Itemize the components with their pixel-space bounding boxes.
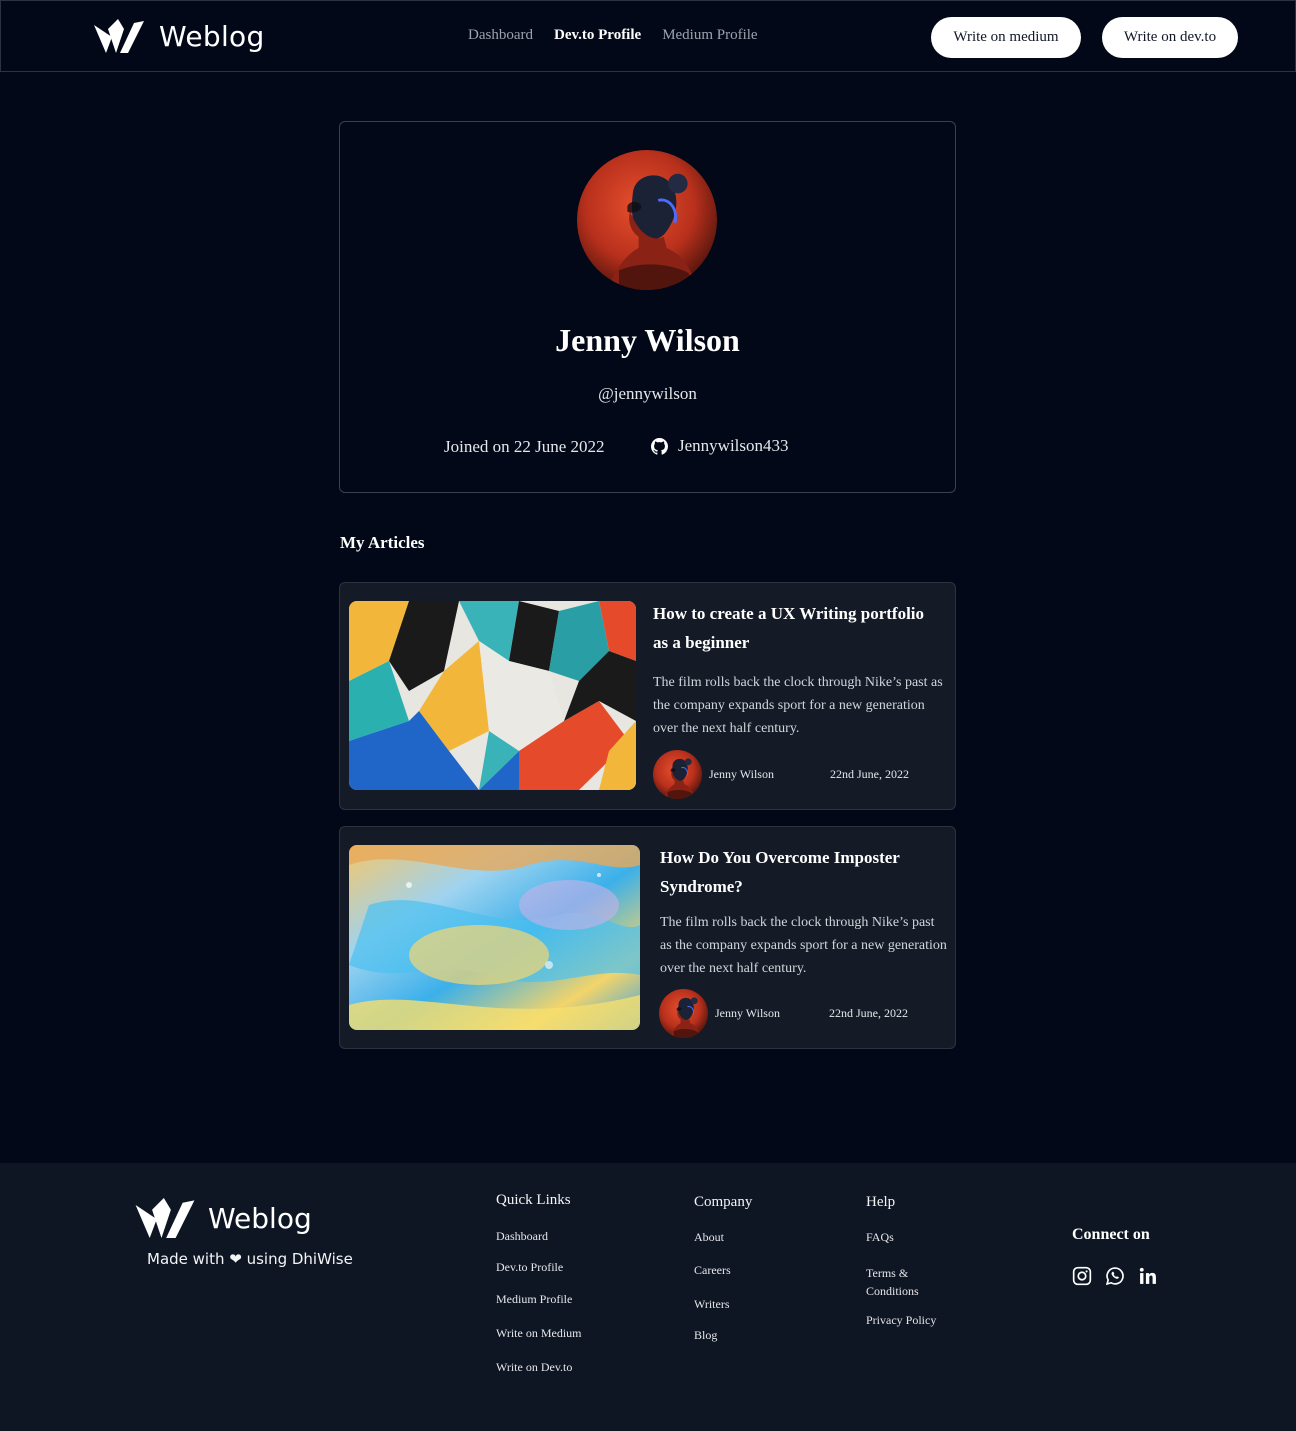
nav-item-dashboard[interactable]: Dashboard (468, 27, 533, 44)
quick-links-heading: Quick Links (496, 1192, 571, 1208)
instagram-icon[interactable] (1072, 1266, 1092, 1291)
footer-brand-name: Weblog (208, 1201, 312, 1235)
article-thumbnail (349, 845, 640, 1030)
github-icon (651, 437, 668, 455)
article-title[interactable]: How to create a UX Writing portfolio as … (653, 599, 933, 657)
article-thumbnail (349, 601, 636, 790)
site-footer: Weblog Made with ❤ using DhiWise Quick L… (0, 1163, 1296, 1431)
footer-company: Company About Careers Writers Blog (694, 1194, 753, 1342)
top-navbar: Weblog Dashboard Dev.to Profile Medium P… (0, 0, 1296, 72)
main-nav: Dashboard Dev.to Profile Medium Profile (468, 27, 779, 44)
profile-avatar (577, 150, 717, 290)
footer-brand-logo[interactable]: Weblog (134, 1198, 312, 1238)
article-meta: Jenny Wilson 22nd June, 2022 (659, 989, 908, 1038)
footer-tagline: Made with ❤ using DhiWise (147, 1250, 353, 1268)
article-title[interactable]: How Do You Overcome Imposter Syndrome? (660, 843, 930, 901)
whatsapp-icon[interactable] (1105, 1266, 1125, 1291)
author-name: Jenny Wilson (715, 1006, 780, 1020)
company-heading: Company (694, 1194, 753, 1210)
article-date: 22nd June, 2022 (830, 767, 909, 781)
write-on-devto-button[interactable]: Write on dev.to (1102, 17, 1238, 58)
footer-link-writers[interactable]: Writers (694, 1297, 730, 1312)
footer-link-medium-profile[interactable]: Medium Profile (496, 1292, 572, 1307)
article-card[interactable]: How Do You Overcome Imposter Syndrome? T… (339, 826, 956, 1049)
connect-heading: Connect on (1072, 1226, 1150, 1243)
article-description: The film rolls back the clock through Ni… (660, 915, 947, 976)
article-meta: Jenny Wilson 22nd June, 2022 (653, 750, 909, 799)
weblog-logo-icon (93, 19, 145, 53)
weblog-logo-icon (134, 1198, 196, 1238)
social-links (1072, 1266, 1171, 1291)
nav-item-devto-profile[interactable]: Dev.to Profile (554, 27, 641, 44)
article-card[interactable]: How to create a UX Writing portfolio as … (339, 582, 956, 810)
footer-link-blog[interactable]: Blog (694, 1328, 717, 1343)
write-on-medium-button[interactable]: Write on medium (931, 17, 1081, 58)
help-heading: Help (866, 1194, 896, 1210)
footer-link-privacy[interactable]: Privacy Policy (866, 1313, 936, 1328)
author-name: Jenny Wilson (709, 767, 774, 781)
article-date: 22nd June, 2022 (829, 1006, 908, 1020)
footer-link-faqs[interactable]: FAQs (866, 1230, 894, 1245)
footer-link-dashboard[interactable]: Dashboard (496, 1229, 548, 1244)
brand-name: Weblog (159, 19, 265, 53)
footer-link-devto-profile[interactable]: Dev.to Profile (496, 1260, 563, 1275)
author-avatar (659, 989, 708, 1038)
footer-quick-links: Quick Links Dashboard Dev.to Profile Med… (496, 1192, 582, 1374)
article-description: The film rolls back the clock through Ni… (653, 675, 943, 736)
footer-link-write-devto[interactable]: Write on Dev.to (496, 1360, 572, 1375)
linkedin-icon[interactable] (1138, 1266, 1158, 1291)
footer-link-careers[interactable]: Careers (694, 1263, 731, 1278)
my-articles-heading: My Articles (340, 533, 425, 552)
joined-date: Joined on 22 June 2022 (444, 437, 605, 456)
footer-link-terms[interactable]: Terms & Conditions (866, 1264, 938, 1300)
footer-link-about[interactable]: About (694, 1230, 724, 1245)
nav-item-medium-profile[interactable]: Medium Profile (662, 27, 757, 44)
brand-logo[interactable]: Weblog (93, 19, 265, 53)
footer-link-write-medium[interactable]: Write on Medium (496, 1326, 582, 1341)
github-link[interactable]: Jennywilson433 (651, 436, 789, 456)
profile-handle: @jennywilson (598, 384, 697, 403)
github-username: Jennywilson433 (678, 436, 789, 455)
profile-name: Jenny Wilson (555, 322, 740, 358)
author-avatar (653, 750, 702, 799)
profile-card: Jenny Wilson @jennywilson Joined on 22 J… (339, 121, 956, 493)
footer-help: Help FAQs Terms & Conditions Privacy Pol… (866, 1194, 936, 1327)
